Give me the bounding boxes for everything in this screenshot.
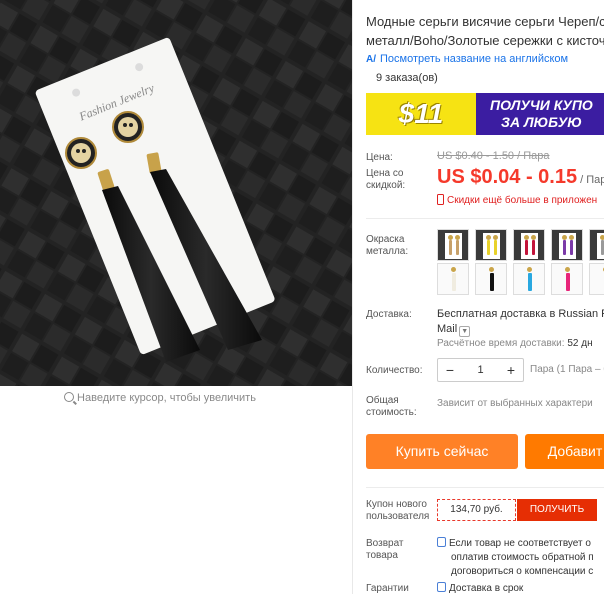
orders-count: 9 заказа(ов) bbox=[376, 72, 438, 84]
delivery-time-label: Расчётное время доставки: bbox=[437, 338, 565, 349]
product-image[interactable]: Fashion Jewelry bbox=[0, 0, 352, 386]
coupon-banner-text-line1: ПОЛУЧИ КУПО bbox=[490, 97, 593, 113]
current-price: US $0.04 - 0.15/ Пара bbox=[437, 166, 604, 189]
metal-color-label: Окраска металла: bbox=[366, 234, 408, 258]
color-swatches-row2 bbox=[437, 263, 604, 295]
color-swatch[interactable] bbox=[437, 263, 469, 295]
total-label-line1: Общая bbox=[366, 395, 399, 406]
get-coupon-button[interactable]: ПОЛУЧИТЬ bbox=[517, 499, 597, 521]
shipping-label: Доставка: bbox=[366, 309, 412, 320]
old-price: US $0.40 - 1.50 / Пара bbox=[437, 150, 550, 162]
magnifier-icon bbox=[64, 392, 75, 402]
app-discount-link[interactable]: Скидки ещё больше в приложен bbox=[437, 194, 597, 206]
shipping-carrier: Mail bbox=[437, 323, 458, 335]
translate-icon: A/ bbox=[366, 54, 376, 65]
pack-info: Пара (1 Пара – б bbox=[530, 364, 604, 375]
color-swatch[interactable] bbox=[475, 229, 507, 261]
discount-price-label-line2: скидкой: bbox=[366, 180, 406, 191]
quantity-input[interactable]: 1 bbox=[462, 364, 499, 376]
product-gallery: Fashion Jewelry Наведите курсор, чтобы у… bbox=[0, 0, 352, 594]
guarantee-label: Гарантии bbox=[366, 583, 409, 594]
coupon-banner-text-line2: ЗА ЛЮБУЮ bbox=[500, 114, 582, 130]
new-user-coupon-label: Купон нового пользователя bbox=[366, 499, 429, 523]
phone-icon bbox=[437, 194, 444, 205]
quantity-decrease-button[interactable]: − bbox=[438, 359, 462, 381]
product-title-line2: металл/Boho/Золотые сережки с кисточ bbox=[366, 33, 604, 48]
product-details: Модные серьги висячие серьги Череп/ст ме… bbox=[366, 0, 604, 594]
returns-label-line2: товара bbox=[366, 550, 398, 561]
color-swatch[interactable] bbox=[513, 263, 545, 295]
current-price-value: US $0.04 - 0.15 bbox=[437, 166, 578, 188]
total-label-line2: стоимость: bbox=[366, 407, 417, 418]
total-label: Общая стоимость: bbox=[366, 395, 417, 419]
divider bbox=[366, 487, 604, 488]
color-swatch[interactable] bbox=[513, 229, 545, 261]
shield-icon bbox=[437, 537, 446, 547]
color-swatch[interactable] bbox=[475, 263, 507, 295]
metal-color-label-line2: металла: bbox=[366, 246, 409, 257]
shield-icon bbox=[437, 582, 446, 592]
coupon-banner-amount: $11 bbox=[366, 93, 476, 135]
delivery-time: Расчётное время доставки: 52 дн bbox=[437, 338, 593, 349]
metal-color-label-line1: Окраска bbox=[366, 234, 405, 245]
shipping-destination: в Russian F bbox=[546, 308, 604, 320]
discount-price-label: Цена со скидкой: bbox=[366, 168, 405, 192]
coupon-banner-text: ПОЛУЧИ КУПО ЗА ЛЮБУЮ bbox=[490, 97, 593, 131]
divider bbox=[366, 218, 604, 219]
shipping-method[interactable]: Бесплатная доставка в Russian F Mail ▼ bbox=[437, 307, 604, 337]
total-value: Зависит от выбранных характери bbox=[437, 398, 593, 409]
price-label: Цена: bbox=[366, 152, 393, 163]
quantity-stepper: − 1 + bbox=[437, 358, 524, 382]
returns-policy: Если товар не соответствует о оплатив ст… bbox=[437, 537, 594, 579]
shipping-free-text: Бесплатная доставка bbox=[437, 308, 547, 320]
buy-now-button[interactable]: Купить сейчас bbox=[366, 434, 518, 469]
zoom-hint: Наведите курсор, чтобы увеличить bbox=[0, 392, 320, 404]
color-swatch[interactable] bbox=[551, 263, 583, 295]
color-swatch[interactable] bbox=[551, 229, 583, 261]
returns-line2: оплатив стоимость обратной п bbox=[451, 552, 594, 563]
product-title: Модные серьги висячие серьги Череп/ст ме… bbox=[366, 12, 604, 50]
returns-line1: Если товар не соответствует о bbox=[449, 538, 591, 549]
returns-line3: договориться о компенсации с bbox=[451, 566, 594, 577]
zoom-hint-text: Наведите курсор, чтобы увеличить bbox=[77, 392, 256, 404]
new-user-coupon-label-line1: Купон нового bbox=[366, 499, 427, 510]
product-photo-svg: Fashion Jewelry bbox=[0, 0, 352, 386]
quantity-label: Количество: bbox=[366, 365, 423, 376]
price-unit: / Пара bbox=[580, 174, 604, 186]
column-divider bbox=[352, 0, 353, 594]
chevron-down-icon[interactable]: ▼ bbox=[459, 326, 471, 337]
coupon-banner[interactable]: $11 ПОЛУЧИ КУПО ЗА ЛЮБУЮ bbox=[366, 93, 604, 135]
new-user-coupon-label-line2: пользователя bbox=[366, 511, 430, 522]
guarantee-text: Доставка в срок bbox=[449, 583, 524, 594]
guarantee-value: Доставка в срок bbox=[437, 582, 523, 594]
color-swatches-row1 bbox=[437, 229, 604, 261]
add-to-cart-button[interactable]: Добавит bbox=[525, 434, 604, 469]
translate-title-link[interactable]: A/Посмотреть название на английском bbox=[366, 53, 568, 65]
color-swatch[interactable] bbox=[589, 229, 604, 261]
delivery-time-value: 52 дн bbox=[567, 338, 593, 349]
color-swatch[interactable] bbox=[589, 263, 604, 295]
color-swatch[interactable] bbox=[437, 229, 469, 261]
discount-price-label-line1: Цена со bbox=[366, 168, 404, 179]
translate-link-text: Посмотреть название на английском bbox=[380, 53, 569, 65]
returns-label-line1: Возврат bbox=[366, 538, 404, 549]
returns-label: Возврат товара bbox=[366, 538, 404, 562]
quantity-increase-button[interactable]: + bbox=[499, 359, 523, 381]
product-title-line1: Модные серьги висячие серьги Череп/ст bbox=[366, 14, 604, 29]
app-discount-text: Скидки ещё больше в приложен bbox=[447, 195, 598, 206]
new-user-coupon-value: 134,70 руб. bbox=[437, 499, 516, 521]
